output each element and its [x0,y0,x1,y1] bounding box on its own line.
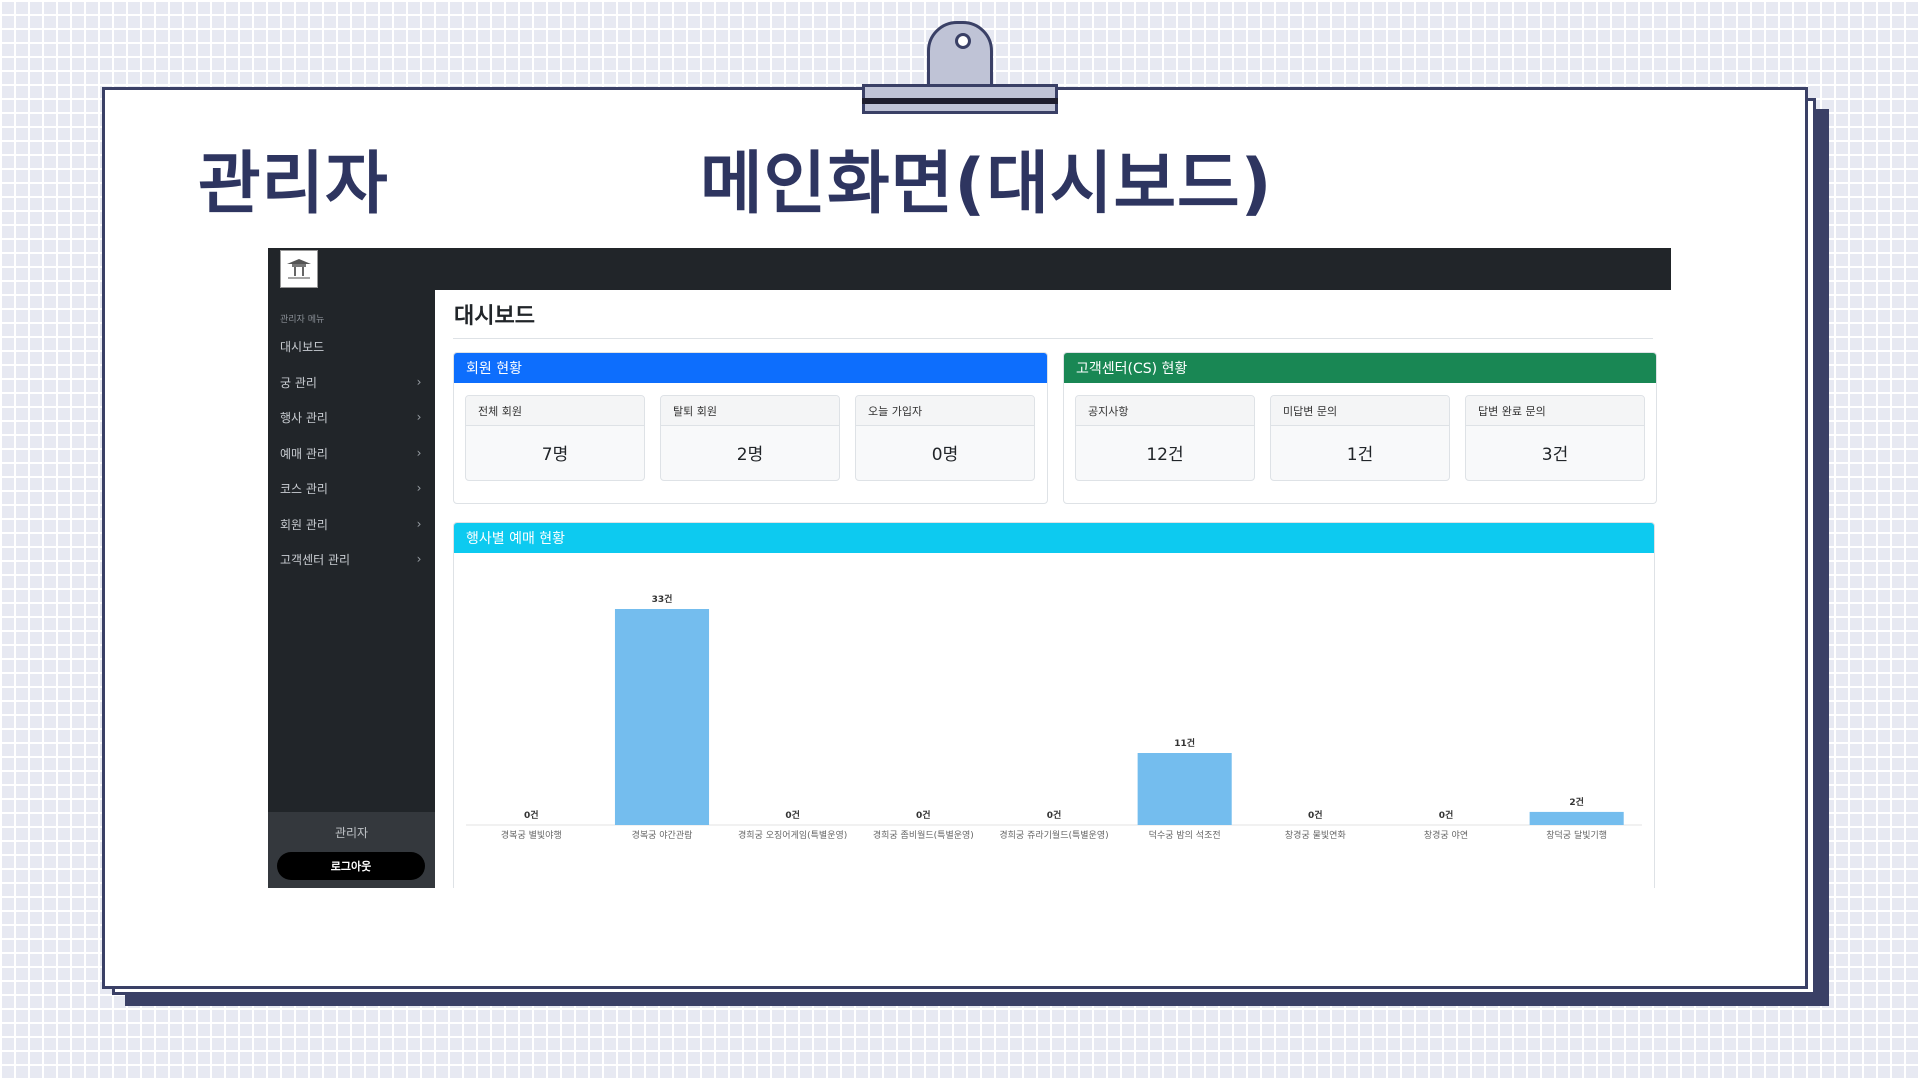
chart-x-tick-label: 경희궁 쥬라기월드(특별운영) [999,829,1108,841]
chart-x-tick-label: 창경궁 물빛연화 [1285,829,1346,841]
stat-value: 12건 [1146,445,1184,465]
stat-unanswered-inquiries: 미답변 문의 1건 [1270,395,1450,481]
chart-bar [1137,753,1232,825]
admin-app-screenshot: 관리자 메뉴 대시보드 궁 관리 › 행사 관리 › 예매 관리 › 코스 관리… [268,248,1671,888]
top-navbar [268,248,1671,290]
chart-data-label: 33건 [652,593,673,605]
stat-value: 3건 [1541,445,1569,465]
site-logo[interactable] [280,250,318,288]
chart-data-label: 2건 [1569,796,1584,808]
reservation-chart-card: 행사별 예매 현황 0건경복궁 별빛야행 33건경복궁 야간관람 0건경희궁 오징어… [453,522,1655,888]
sidebar-item-member[interactable]: 회원 관리 › [280,514,425,534]
chevron-right-icon: › [416,446,422,460]
stat-label: 답변 완료 문의 [1466,396,1644,426]
chevron-right-icon: › [416,375,422,389]
sidebar-item-dashboard[interactable]: 대시보드 [280,336,425,356]
chart-x-tick-label: 경희궁 좀비월드(특별운영) [873,829,974,841]
sidebar-item-label: 예매 관리 [280,446,328,461]
palace-logo-icon [287,259,311,279]
chart-x-tick-label: 덕수궁 밤의 석조전 [1149,830,1221,841]
sidebar-item-label: 대시보드 [280,339,325,354]
chevron-right-icon: › [416,410,422,424]
sidebar-user-name: 관리자 [334,826,369,840]
chart-data-label: 0건 [1308,809,1323,821]
cs-status-card: 고객센터(CS) 현황 공지사항 12건 미답변 문의 1건 답변 완료 문의 … [1063,352,1657,504]
title-divider [453,338,1653,339]
chevron-right-icon: › [416,517,422,531]
sidebar-item-event[interactable]: 행사 관리 › [280,407,425,427]
chart-data-label: 0건 [1047,809,1062,821]
reservation-bar-chart: 0건경복궁 별빛야행 33건경복궁 야간관람 0건경희궁 오징어게임(특별운영) 0건… [466,593,1642,841]
chart-data-label: 11건 [1174,737,1195,749]
sidebar-footer: 관리자 로그아웃 [268,812,435,888]
chart-x-tick-label: 창경궁 야연 [1424,829,1468,841]
chevron-right-icon: › [416,552,422,566]
chart-card-header: 행사별 예매 현황 [454,523,1654,553]
stat-value: 2명 [736,445,764,465]
sidebar-item-label: 회원 관리 [280,517,328,532]
chart-bar [1529,811,1624,825]
chart-x-tick-label: 경복궁 야간관람 [632,829,693,841]
cs-card-header: 고객센터(CS) 현황 [1064,353,1656,383]
slide-title-left: 관리자 [198,145,389,224]
sidebar-item-palace[interactable]: 궁 관리 › [280,372,425,392]
chart-x-tick-label: 경희궁 오징어게임(특별운영) [738,829,847,841]
chart-bar [614,609,710,825]
chart-data-label: 0건 [785,809,800,821]
logout-button[interactable]: 로그아웃 [277,852,425,880]
sidebar-item-label: 코스 관리 [280,481,328,496]
stat-answered-inquiries: 답변 완료 문의 3건 [1465,395,1645,481]
page-title: 대시보드 [454,304,535,329]
chevron-right-icon: › [416,481,422,495]
stat-value: 7명 [541,445,569,465]
stat-label: 전체 회원 [466,396,644,426]
chart-data-label: 0건 [916,809,931,821]
chart-data-label: 0건 [1439,809,1454,821]
stat-label: 탈퇴 회원 [661,396,839,426]
stat-label: 미답변 문의 [1271,396,1449,426]
stat-total-members: 전체 회원 7명 [465,395,645,481]
stat-label: 오늘 가입자 [856,396,1034,426]
main-content: 대시보드 회원 현황 전체 회원 7명 탈퇴 회원 2명 오늘 가입자 0명 고… [435,290,1671,888]
sidebar-section-label: 관리자 메뉴 [280,315,325,325]
sidebar-item-customer-center[interactable]: 고객센터 관리 › [280,549,425,569]
stat-label: 공지사항 [1076,396,1254,426]
sidebar-item-label: 행사 관리 [280,410,328,425]
sidebar-item-label: 궁 관리 [280,375,317,390]
stat-value: 1건 [1346,445,1374,465]
member-card-header: 회원 현황 [454,353,1047,383]
sidebar-item-label: 고객센터 관리 [280,552,351,567]
sidebar-item-course[interactable]: 코스 관리 › [280,478,425,498]
member-status-card: 회원 현황 전체 회원 7명 탈퇴 회원 2명 오늘 가입자 0명 [453,352,1048,504]
chart-x-tick-label: 경복궁 별빛야행 [501,829,562,841]
sidebar: 관리자 메뉴 대시보드 궁 관리 › 행사 관리 › 예매 관리 › 코스 관리… [268,290,435,888]
sidebar-item-reservation[interactable]: 예매 관리 › [280,443,425,463]
chart-data-label: 0건 [524,809,539,821]
stat-value: 0명 [931,445,959,465]
stat-notices: 공지사항 12건 [1075,395,1255,481]
stat-today-signups: 오늘 가입자 0명 [855,395,1035,481]
stat-withdrawn-members: 탈퇴 회원 2명 [660,395,840,481]
binder-clip-icon [862,18,1058,118]
chart-x-tick-label: 창덕궁 달빛기행 [1546,829,1607,841]
slide-title-main: 메인화면(대시보드) [700,145,1273,224]
